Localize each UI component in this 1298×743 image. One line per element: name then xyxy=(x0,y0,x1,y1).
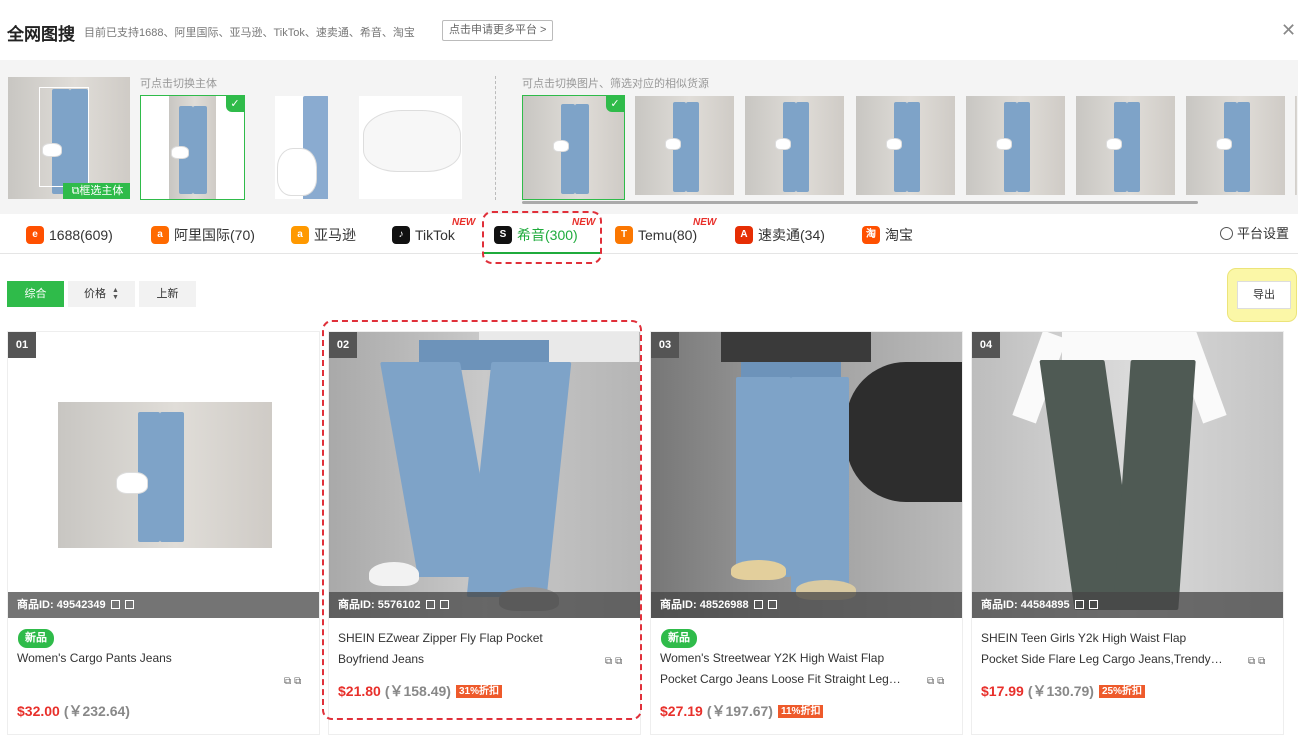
subject-thumb-1[interactable]: ✓ xyxy=(140,95,245,200)
check-icon: ✓ xyxy=(226,96,244,112)
new-badge: NEW xyxy=(693,217,717,228)
product-id-bar: 商品ID: 48526988 xyxy=(651,592,962,618)
copy-icons[interactable]: ⧉⧉ xyxy=(284,676,304,687)
copy-icon[interactable] xyxy=(753,600,763,609)
copy-icon[interactable] xyxy=(110,600,120,609)
similar-hint: 可点击切换图片、筛选对应的相似货源 xyxy=(522,78,709,90)
external-link-icon[interactable] xyxy=(124,600,134,609)
product-id-bar: 商品ID: 44584895 xyxy=(972,592,1283,618)
similar-thumb-8[interactable] xyxy=(1294,95,1298,196)
discount-badge: 11%折扣 xyxy=(777,705,824,718)
product-title[interactable]: Women's Streetwear Y2K High Waist Flap Po… xyxy=(660,648,922,690)
highlight-product-card xyxy=(322,320,642,720)
supported-platforms-text: 目前已支持1688、阿里国际、亚马逊、TikTok、速卖通、希音、淘宝 xyxy=(84,27,415,39)
discount-badge: 25%折扣 xyxy=(1098,685,1145,698)
product-title[interactable]: SHEIN Teen Girls Y2k High Waist Flap Pock… xyxy=(981,628,1243,670)
product-price: $27.19 (￥197.67) 11%折扣 xyxy=(660,701,824,721)
highlight-shein-tab xyxy=(482,211,602,264)
tab-amazon[interactable]: a 亚马逊 xyxy=(291,226,356,244)
product-image[interactable]: 01 商品ID: 49542349 xyxy=(8,332,319,618)
copy-icons[interactable]: ⧉⧉ xyxy=(927,676,947,687)
tab-tiktok[interactable]: ♪ TikTok xyxy=(392,226,455,244)
product-card[interactable]: 03 商品ID: 48526988 新品 Women's Streetwear … xyxy=(650,331,963,735)
header: 全网图搜 目前已支持1688、阿里国际、亚马逊、TikTok、速卖通、希音、淘宝… xyxy=(0,0,1298,60)
sort-price-button[interactable]: 价格 ▲ ▼ xyxy=(68,281,135,307)
export-button[interactable]: 导出 xyxy=(1237,281,1291,309)
product-price: $32.00 (￥232.64) xyxy=(17,703,130,719)
taobao-icon: 淘 xyxy=(862,226,880,244)
similar-thumb-7[interactable] xyxy=(1185,95,1286,196)
sort-all-button[interactable]: 综合 xyxy=(7,281,64,307)
copy-icons[interactable]: ⧉⧉ xyxy=(1248,656,1268,667)
original-image[interactable]: ⧉框选主体 xyxy=(7,76,131,200)
subject-thumb-3[interactable] xyxy=(358,95,463,200)
temu-icon: T xyxy=(615,226,633,244)
divider xyxy=(495,76,496,200)
similar-thumb-5[interactable] xyxy=(965,95,1066,196)
new-product-badge: 新品 xyxy=(661,629,697,648)
similar-thumb-4[interactable] xyxy=(855,95,956,196)
product-image[interactable]: 03 商品ID: 48526988 xyxy=(651,332,962,618)
product-card[interactable]: 01 商品ID: 49542349 新品 Women's Cargo Pants… xyxy=(7,331,320,735)
tab-aliexpress[interactable]: A 速卖通(34) xyxy=(735,226,825,244)
similar-thumb-1[interactable]: ✓ xyxy=(522,95,625,200)
horizontal-scrollbar[interactable] xyxy=(522,201,1198,204)
rank-badge: 01 xyxy=(8,332,36,358)
similar-thumb-2[interactable] xyxy=(634,95,735,196)
product-image[interactable]: 04 商品ID: 44584895 xyxy=(972,332,1283,618)
check-icon: ✓ xyxy=(606,96,624,112)
subject-hint: 可点击切换主体 xyxy=(140,78,217,90)
page-title: 全网图搜 xyxy=(7,25,75,44)
alibaba-icon: a xyxy=(151,226,169,244)
tab-1688[interactable]: e 1688(609) xyxy=(26,226,113,244)
export-highlight: 导出 xyxy=(1227,268,1297,322)
copy-icon[interactable] xyxy=(1074,600,1084,609)
aliexpress-icon: A xyxy=(735,226,753,244)
similar-thumb-6[interactable] xyxy=(1075,95,1176,196)
product-card[interactable]: 04 商品ID: 44584895 SHEIN Teen Girls Y2k H… xyxy=(971,331,1284,735)
rank-badge: 03 xyxy=(651,332,679,358)
product-id-bar: 商品ID: 49542349 xyxy=(8,592,319,618)
1688-icon: e xyxy=(26,226,44,244)
external-link-icon[interactable] xyxy=(767,600,777,609)
rank-badge: 04 xyxy=(972,332,1000,358)
sort-arrows-icon: ▲ ▼ xyxy=(112,287,119,302)
similar-thumb-3[interactable] xyxy=(744,95,845,196)
gear-icon xyxy=(1220,227,1233,240)
frame-subject-button[interactable]: ⧉框选主体 xyxy=(63,183,130,199)
tab-taobao[interactable]: 淘淘宝 xyxy=(862,226,913,244)
new-badge: NEW xyxy=(452,217,476,228)
platform-settings[interactable]: 平台设置 xyxy=(1220,223,1289,242)
tab-alibaba[interactable]: a 阿里国际(70) xyxy=(151,226,255,244)
tab-temu[interactable]: T Temu(80) xyxy=(615,226,697,244)
platform-tabs: e 1688(609) a 阿里国际(70) a 亚马逊 ♪ TikTok NEW S希… xyxy=(0,214,1298,254)
image-selection-strip: 可点击切换主体 可点击切换图片、筛选对应的相似货源 ⧉框选主体 ✓ ✓ xyxy=(0,60,1298,214)
subject-thumb-2[interactable] xyxy=(274,95,329,200)
selection-box[interactable] xyxy=(39,87,89,187)
close-icon[interactable]: ✕ xyxy=(1281,21,1296,39)
tiktok-icon: ♪ xyxy=(392,226,410,244)
amazon-icon: a xyxy=(291,226,309,244)
product-price: $17.99 (￥130.79) 25%折扣 xyxy=(981,681,1145,701)
new-product-badge: 新品 xyxy=(18,629,54,648)
external-link-icon[interactable] xyxy=(1088,600,1098,609)
product-title[interactable]: Women's Cargo Pants Jeans xyxy=(17,648,279,669)
sort-new-button[interactable]: 上新 xyxy=(139,281,196,307)
apply-more-platforms-button[interactable]: 点击申请更多平台 > xyxy=(442,20,554,41)
